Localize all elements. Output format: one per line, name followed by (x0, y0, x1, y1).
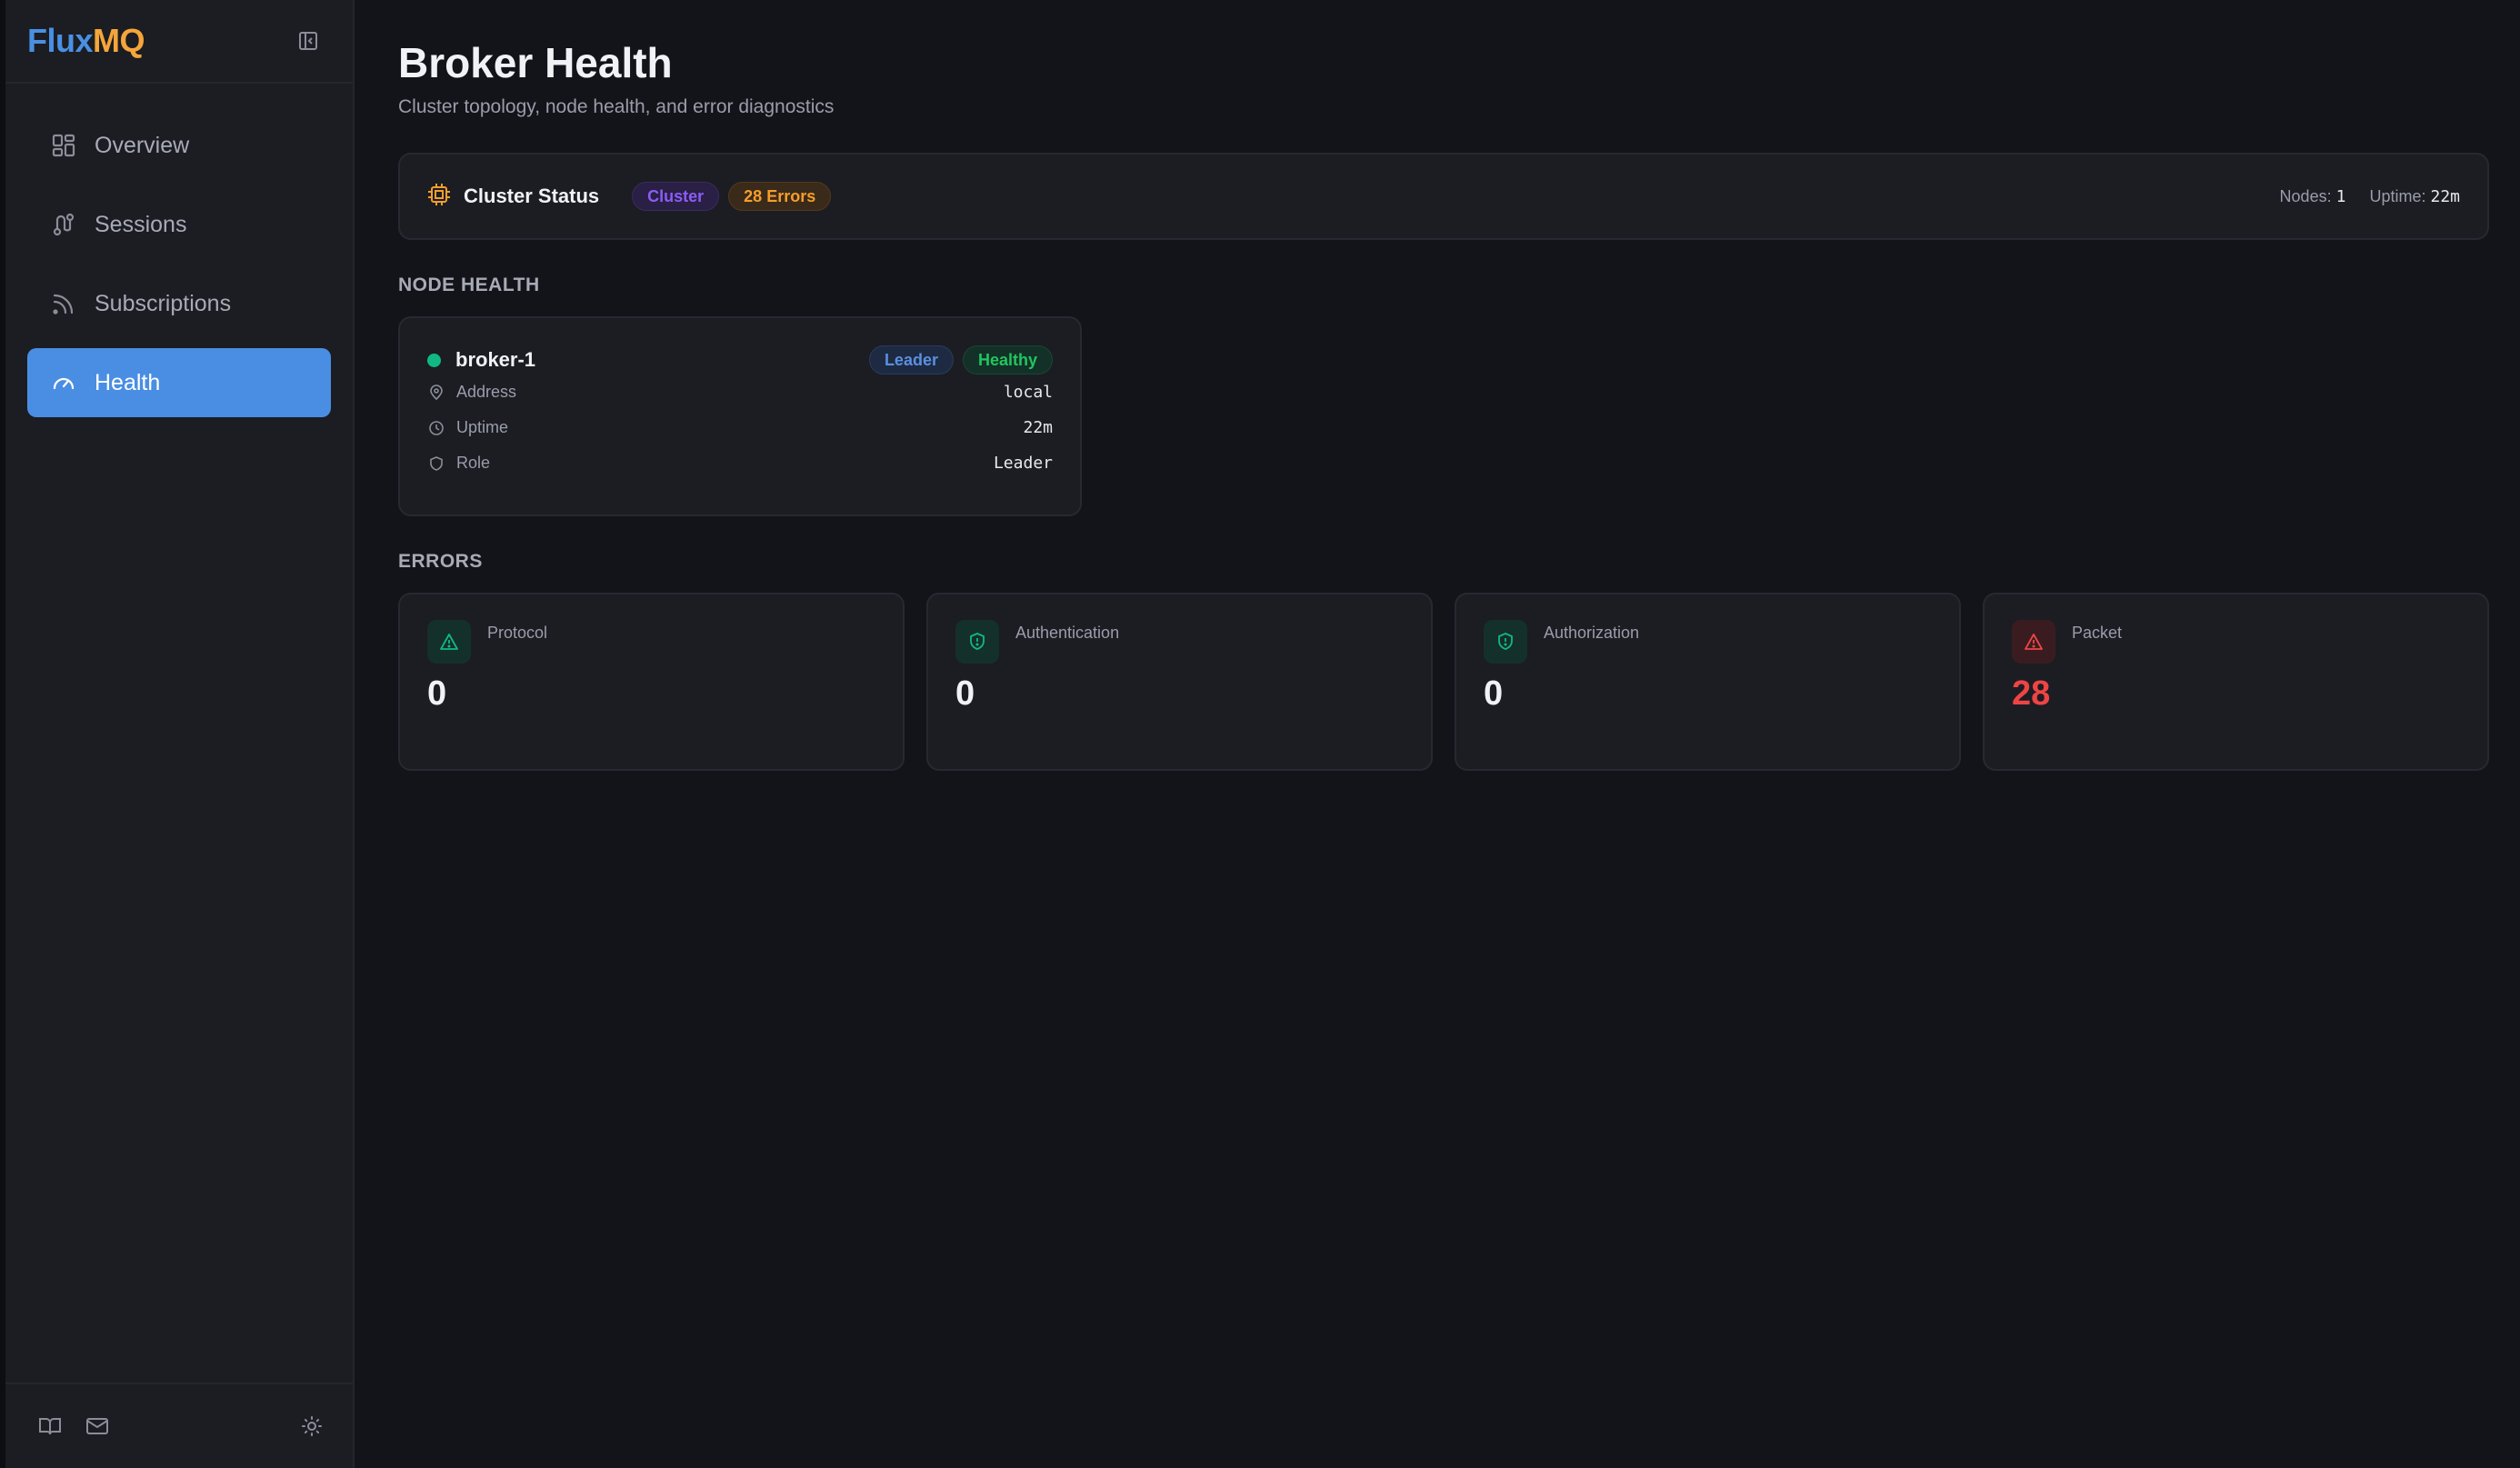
error-label: Packet (2072, 624, 2123, 642)
node-row-role: Role Leader (427, 445, 1053, 481)
node-row-label: Address (456, 383, 517, 401)
error-label: Authorization (1544, 624, 1640, 642)
shield-alert-icon (1484, 620, 1527, 664)
errors-heading: ERRORS (398, 551, 483, 572)
sidebar-item-label: Overview (95, 132, 190, 158)
brand-logo-part1: Flux (27, 22, 94, 59)
node-row-value: local (1003, 383, 1053, 402)
error-count: 0 (1484, 674, 1504, 713)
cluster-mode-badge: Cluster (632, 182, 720, 211)
errors-count-badge: 28 Errors (728, 182, 832, 211)
role-badge: Leader (868, 345, 954, 374)
sidebar-item-label: Health (95, 369, 161, 395)
error-count: 0 (427, 674, 447, 713)
node-badges: Leader Healthy (860, 345, 1053, 374)
map-pin-icon (427, 384, 445, 402)
node-header: broker-1 Leader Healthy (427, 345, 1053, 374)
page-title: Broker Health (398, 39, 673, 86)
page-subtitle: Cluster topology, node health, and error… (398, 96, 835, 117)
cluster-status-card: Cluster Status Cluster 28 Errors Nodes: … (398, 153, 2489, 240)
cluster-status-title: Cluster Status (464, 185, 600, 207)
error-card-header: Authorization (1484, 620, 1932, 664)
cluster-meta: Nodes: 1 Uptime: 22m (2280, 187, 2460, 206)
warning-triangle-icon (2012, 620, 2055, 664)
error-card-header: Authentication (955, 620, 1404, 664)
route-icon (49, 210, 78, 239)
brand-logo[interactable]: FluxMQ (27, 22, 145, 60)
uptime-label: Uptime: (2369, 186, 2426, 205)
sidebar-footer (5, 1383, 353, 1468)
sidebar: FluxMQ Overview Sessions Subscriptions H… (0, 0, 355, 1468)
sidebar-collapse-icon (299, 32, 317, 50)
error-card-protocol[interactable]: Protocol 0 (398, 593, 905, 771)
error-card-header: Packet (2012, 620, 2460, 664)
collapse-sidebar-button[interactable] (295, 27, 322, 55)
status-dot (427, 353, 441, 367)
book-icon[interactable] (36, 1413, 64, 1440)
mail-icon[interactable] (84, 1413, 111, 1440)
error-label: Protocol (487, 624, 548, 642)
error-card-authorization[interactable]: Authorization 0 (1455, 593, 1961, 771)
shield-icon (427, 454, 445, 473)
error-count: 28 (2012, 674, 2051, 713)
uptime-stat: Uptime: 22m (2369, 187, 2460, 206)
error-card-authentication[interactable]: Authentication 0 (926, 593, 1433, 771)
shield-alert-icon (955, 620, 999, 664)
rss-icon (49, 289, 78, 318)
sun-icon[interactable] (298, 1413, 325, 1440)
brand-row: FluxMQ (5, 0, 353, 84)
error-count: 0 (955, 674, 975, 713)
cpu-icon (427, 183, 451, 211)
gauge-icon (49, 368, 78, 397)
nodes-label: Nodes: (2279, 186, 2332, 205)
node-row-uptime: Uptime 22m (427, 410, 1053, 445)
sidebar-item-subscriptions[interactable]: Subscriptions (27, 269, 331, 338)
health-badge: Healthy (962, 345, 1053, 374)
nodes-stat: Nodes: 1 (2280, 187, 2346, 206)
error-card-header: Protocol (427, 620, 875, 664)
main-content: Broker Health Cluster topology, node hea… (398, 0, 2489, 771)
grid-icon (49, 131, 78, 160)
node-row-address: Address local (427, 374, 1053, 410)
sidebar-item-label: Subscriptions (95, 290, 232, 316)
node-card[interactable]: broker-1 Leader Healthy Address local Up… (398, 316, 1082, 516)
node-row-label: Role (456, 454, 491, 472)
brand-logo-part2: MQ (93, 22, 145, 59)
sidebar-nav: Overview Sessions Subscriptions Health (5, 84, 353, 417)
uptime-value: 22m (2430, 186, 2460, 206)
clock-icon (427, 419, 445, 437)
errors-grid: Protocol 0 Authentication 0 Authorizatio… (398, 593, 2489, 771)
node-row-value: 22m (1023, 418, 1053, 437)
node-row-label: Uptime (456, 418, 509, 436)
node-row-value: Leader (993, 454, 1053, 473)
sidebar-item-overview[interactable]: Overview (27, 111, 331, 180)
sidebar-item-health[interactable]: Health (27, 348, 331, 417)
error-label: Authentication (1015, 624, 1120, 642)
sidebar-item-label: Sessions (95, 211, 187, 237)
error-card-packet[interactable]: Packet 28 (1983, 593, 2489, 771)
nodes-value: 1 (2335, 186, 2346, 206)
node-name: broker-1 (455, 348, 536, 371)
warning-triangle-icon (427, 620, 471, 664)
sidebar-item-sessions[interactable]: Sessions (27, 190, 331, 259)
node-health-heading: NODE HEALTH (398, 275, 540, 295)
